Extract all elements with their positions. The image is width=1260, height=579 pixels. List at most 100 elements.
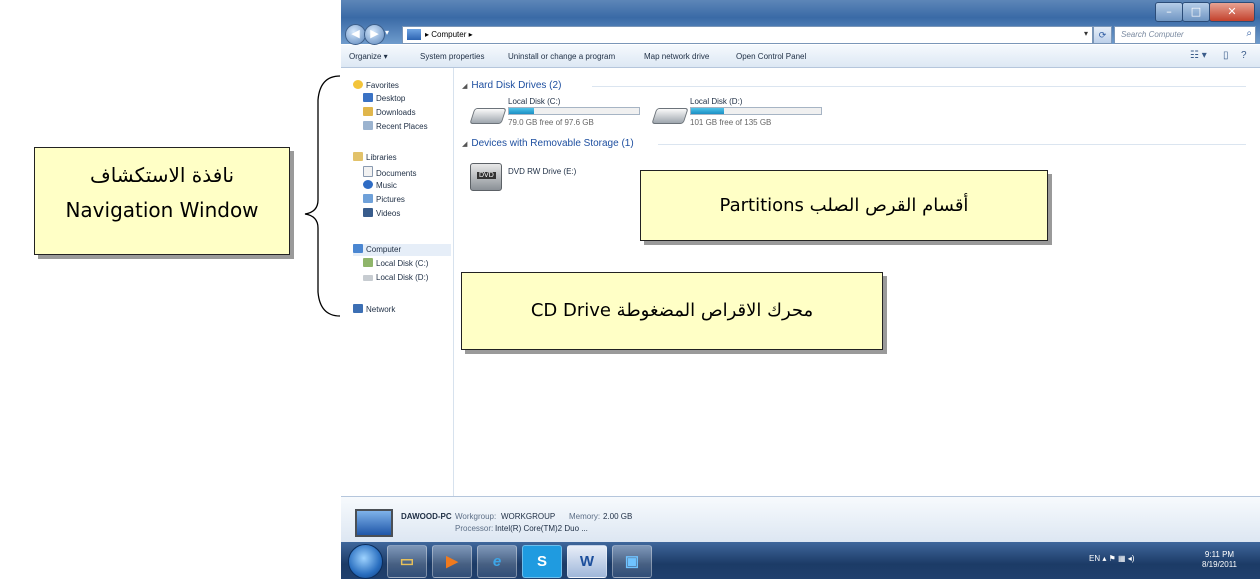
workgroup-label: Workgroup: [455, 512, 497, 521]
drive-usage-fill [691, 108, 724, 114]
drive-free-space: 101 GB free of 135 GB [690, 118, 772, 127]
navigation-window-callout: نافذة الاستكشاف Navigation Window [34, 147, 290, 255]
dvd-drive-name: DVD RW Drive (E:) [508, 167, 577, 176]
close-button[interactable]: ✕ [1209, 2, 1255, 22]
explorer-taskbar-icon[interactable]: ▭ [387, 545, 427, 578]
computer-taskbar-icon[interactable]: ▣ [612, 545, 652, 578]
help-icon[interactable]: ? [1241, 50, 1247, 61]
drive-usage-bar [508, 107, 640, 115]
computer-icon [407, 29, 421, 40]
volume-icon[interactable]: ◂) [1128, 554, 1135, 563]
nav-local-disk-d[interactable]: Local Disk (D:) [363, 272, 428, 284]
preview-pane-icon[interactable]: ▯ [1223, 50, 1229, 61]
title-bar: – □ ✕ ◀ ▶ ▾ ▸ Computer ▸ ▾ ⟳ Search Comp… [341, 0, 1260, 45]
start-button[interactable] [348, 544, 383, 579]
downloads-icon [363, 107, 373, 116]
open-control-panel-button[interactable]: Open Control Panel [736, 52, 806, 61]
documents-icon [363, 166, 373, 177]
clock-date: 8/19/2011 [1202, 560, 1237, 569]
back-button[interactable]: ◀ [345, 24, 366, 45]
memory-label: Memory: [569, 512, 601, 521]
drive-name: Local Disk (C:) [508, 97, 561, 106]
uninstall-program-button[interactable]: Uninstall or change a program [508, 52, 615, 61]
collapse-icon: ◢ [462, 141, 468, 148]
system-properties-button[interactable]: System properties [420, 52, 484, 61]
recent-places-icon [363, 121, 373, 130]
nav-pictures[interactable]: Pictures [363, 194, 405, 206]
removable-storage-group-header[interactable]: ◢ Devices with Removable Storage (1) [462, 138, 634, 149]
nav-documents[interactable]: Documents [363, 166, 416, 178]
hard-drive-icon [651, 108, 689, 124]
pc-name: DAWOOD-PC [401, 512, 452, 521]
system-tray: EN ▴ ⚑ ▦ ◂) [1089, 554, 1134, 563]
desktop-icon [363, 93, 373, 102]
nav-recent-places[interactable]: Recent Places [363, 121, 428, 133]
callout-english-text: Navigation Window [65, 198, 259, 222]
command-bar: Organize ▾ System properties Uninstall o… [341, 45, 1260, 68]
nav-local-disk-c[interactable]: Local Disk (C:) [363, 258, 428, 270]
minimize-button[interactable]: – [1155, 2, 1183, 22]
videos-icon [363, 208, 373, 217]
search-icon: ⌕ [1246, 28, 1252, 39]
skype-taskbar-icon[interactable]: S [522, 545, 562, 578]
organize-button[interactable]: Organize ▾ [349, 52, 388, 61]
processor-label: Processor: [455, 524, 494, 533]
partitions-callout: أقسام القرص الصلب Partitions [640, 170, 1048, 241]
nav-downloads[interactable]: Downloads [363, 107, 416, 119]
forward-button[interactable]: ▶ [364, 24, 385, 45]
network-tray-icon[interactable]: ▦ [1118, 554, 1128, 563]
network-icon [353, 304, 363, 313]
media-player-taskbar-icon[interactable]: ▶ [432, 545, 472, 578]
music-icon [363, 180, 373, 189]
nav-favorites[interactable]: Favorites [353, 80, 399, 92]
taskbar: ▭ ▶ e S W ▣ EN ▴ ⚑ ▦ ◂) 9:11 PM 8/19/201… [341, 542, 1260, 579]
search-input[interactable]: Search Computer ⌕ [1114, 26, 1256, 44]
drive-name: Local Disk (D:) [690, 97, 743, 106]
drive-free-space: 79.0 GB free of 97.6 GB [508, 118, 594, 127]
hard-disk-group-header[interactable]: ◢ Hard Disk Drives (2) [462, 80, 561, 91]
map-network-drive-button[interactable]: Map network drive [644, 52, 709, 61]
nav-libraries[interactable]: Libraries [353, 152, 397, 164]
recent-pages-dropdown[interactable]: ▾ [385, 28, 389, 37]
collapse-icon: ◢ [462, 83, 468, 90]
search-placeholder: Search Computer [1121, 30, 1184, 39]
dvd-drive-item[interactable]: DVD DVD RW Drive (E:) [468, 160, 588, 191]
address-text: Computer [431, 30, 467, 39]
group-divider [592, 86, 1246, 87]
language-indicator[interactable]: EN [1089, 554, 1100, 563]
drive-icon [363, 258, 373, 267]
drive-icon [363, 275, 373, 281]
action-center-icon[interactable]: ⚑ [1109, 554, 1116, 563]
address-dropdown-icon[interactable]: ▾ [1084, 29, 1088, 38]
clock[interactable]: 9:11 PM 8/19/2011 [1202, 550, 1237, 570]
drive-item-c[interactable]: Local Disk (C:) 79.0 GB free of 97.6 GB [468, 96, 640, 128]
cd-drive-callout: محرك الاقراص المضغوطة CD Drive [461, 272, 883, 350]
dvd-label: DVD [477, 172, 496, 179]
address-separator-icon: ▸ [466, 30, 473, 39]
change-view-icon[interactable]: ☷ ▾ [1190, 50, 1207, 61]
libraries-icon [353, 152, 363, 161]
pictures-icon [363, 194, 373, 203]
processor-value: Intel(R) Core(TM)2 Duo ... [495, 524, 588, 533]
drive-item-d[interactable]: Local Disk (D:) 101 GB free of 135 GB [650, 96, 822, 128]
group-divider [658, 144, 1246, 145]
internet-explorer-taskbar-icon[interactable]: e [477, 545, 517, 578]
hard-drive-icon [469, 108, 507, 124]
computer-icon [353, 244, 363, 253]
nav-computer[interactable]: Computer [353, 244, 451, 256]
computer-large-icon [355, 509, 393, 537]
navigation-bracket [304, 75, 341, 317]
nav-network[interactable]: Network [353, 304, 395, 316]
address-bar[interactable]: ▸ Computer ▸ ▾ [402, 26, 1093, 44]
memory-value: 2.00 GB [603, 512, 633, 521]
dvd-drive-icon: DVD [470, 163, 502, 191]
nav-desktop[interactable]: Desktop [363, 93, 405, 105]
refresh-button[interactable]: ⟳ [1093, 26, 1112, 44]
clock-time: 9:11 PM [1204, 550, 1235, 559]
maximize-button[interactable]: □ [1182, 2, 1210, 22]
nav-videos[interactable]: Videos [363, 208, 400, 220]
word-taskbar-icon[interactable]: W [567, 545, 607, 578]
callout-arabic-text: نافذة الاستكشاف [89, 163, 235, 187]
nav-music[interactable]: Music [363, 180, 397, 192]
drive-usage-fill [509, 108, 534, 114]
